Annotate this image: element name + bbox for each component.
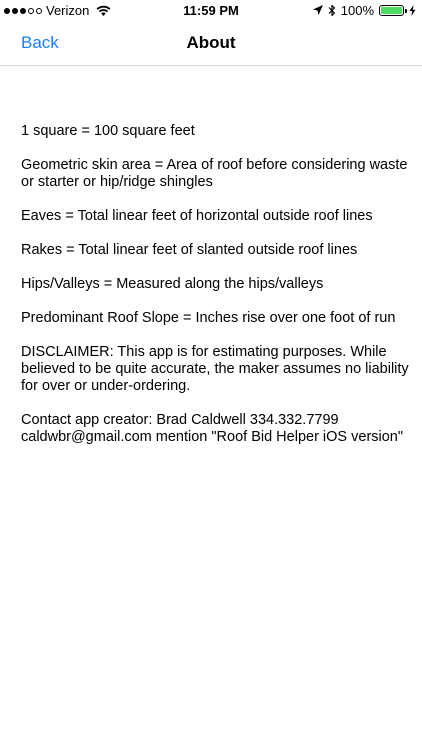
definition-eaves: Eaves = Total linear feet of horizontal … [21, 208, 373, 224]
status-bar-right: 100% [312, 3, 416, 18]
about-content: 1 square = 100 square feet Geometric ski… [21, 123, 411, 463]
definition-geometric-skin-area: Geometric skin area = Area of roof befor… [21, 157, 408, 190]
disclaimer-text: DISCLAIMER: This app is for estimating p… [21, 344, 409, 394]
definition-square: 1 square = 100 square feet [21, 123, 195, 139]
battery-icon [379, 5, 407, 16]
bluetooth-icon [328, 4, 335, 17]
battery-percentage: 100% [340, 3, 374, 18]
definition-rakes: Rakes = Total linear feet of slanted out… [21, 242, 358, 258]
battery-fill [381, 7, 402, 14]
page-title: About [186, 33, 236, 52]
definition-roof-slope: Predominant Roof Slope = Inches rise ove… [21, 310, 396, 326]
charging-bolt-icon [409, 5, 416, 16]
location-arrow-icon [312, 5, 323, 15]
status-bar: Verizon 11:59 PM 100% [0, 0, 422, 22]
navigation-bar: Back About [0, 22, 422, 66]
contact-info: Contact app creator: Brad Caldwell 334.3… [21, 412, 404, 445]
definition-hips-valleys: Hips/Valleys = Measured along the hips/v… [21, 276, 324, 292]
